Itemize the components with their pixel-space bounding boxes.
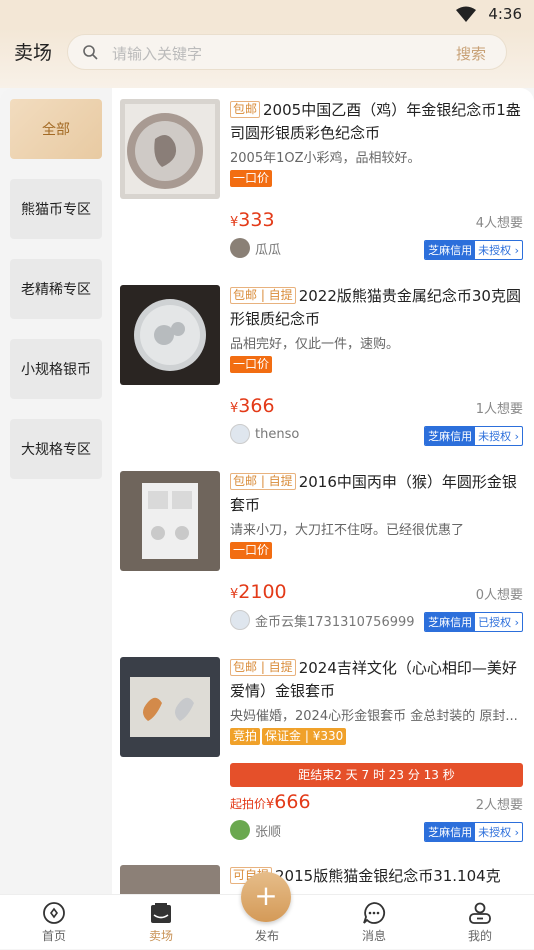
credit-badge[interactable]: 芝麻信用 已授权 › (424, 612, 523, 632)
shipping-tag: 包邮 | 自提 (230, 473, 296, 490)
price: 起拍价¥666 (230, 791, 311, 813)
price: ¥333 (230, 209, 275, 231)
tab-home[interactable]: 首页 (14, 895, 94, 950)
product-image[interactable] (120, 657, 220, 757)
seller[interactable]: 瓜瓜 (230, 238, 281, 258)
message-icon (363, 902, 386, 924)
wifi-icon (456, 6, 476, 22)
search-input[interactable]: 请输入关键字 搜索 (67, 34, 507, 70)
avatar (230, 238, 250, 258)
status-bar: 4:36 (0, 0, 534, 28)
auction-countdown: 距结束2 天 7 时 23 分 13 秒 (230, 763, 523, 787)
tab-profile[interactable]: 我的 (440, 895, 520, 950)
seller[interactable]: 张顺 (230, 820, 281, 840)
category-sidebar: 全部 熊猫币专区 老精稀专区 小规格银币 大规格专区 (0, 88, 112, 894)
category-large[interactable]: 大规格专区 (10, 419, 102, 479)
header: 卖场 请输入关键字 搜索 (0, 28, 534, 88)
seller[interactable]: thenso (230, 424, 299, 444)
listing-card[interactable]: 可自提 2015版熊猫金银纪念币31.104克 (120, 865, 525, 894)
listing-card[interactable]: 包邮 | 自提 2022版熊猫贵金属纪念币30克圆形银质纪念币 品相完好，仅此一件… (120, 285, 525, 455)
search-placeholder: 请输入关键字 (112, 45, 203, 63)
listing-feed: 包邮 2005中国乙酉（鸡）年金银纪念币1盎司圆形银质彩色纪念币 2005年1OZ… (112, 88, 534, 894)
listing-desc: 2005年1OZ小彩鸡，品相较好。 (230, 151, 421, 166)
tab-messages[interactable]: 消息 (334, 895, 414, 950)
category-all[interactable]: 全部 (10, 99, 102, 159)
fixed-price-badge: 一口价 (230, 170, 273, 187)
want-count: 0人想要 (475, 588, 523, 603)
listing-card[interactable]: 包邮 | 自提 2024吉祥文化（心心相印—美好爱情）金银套币 央妈催婚，2024… (120, 657, 525, 847)
avatar (230, 610, 250, 630)
listing-desc: 请来小刀，大刀扛不住呀。已经很优惠了 (230, 523, 465, 538)
credit-badge[interactable]: 芝麻信用 未授权 › (424, 426, 523, 446)
fixed-price-badge: 一口价 (230, 356, 273, 373)
product-image[interactable] (120, 865, 220, 894)
tab-market[interactable]: 卖场 (121, 895, 201, 950)
credit-badge[interactable]: 芝麻信用 未授权 › (424, 822, 523, 842)
deposit-badge: 保证金 | ¥330 (262, 728, 347, 745)
price: ¥2100 (230, 581, 287, 603)
want-count: 2人想要 (475, 798, 523, 813)
avatar (230, 820, 250, 840)
listing-title: 2015版熊猫金银纪念币31.104克 (275, 867, 501, 885)
publish-button[interactable]: + (241, 872, 291, 922)
fixed-price-badge: 一口价 (230, 542, 273, 559)
shipping-tag: 包邮 | 自提 (230, 287, 296, 304)
want-count: 4人想要 (475, 216, 523, 231)
category-old-rare[interactable]: 老精稀专区 (10, 259, 102, 319)
listing-title: 2005中国乙酉（鸡）年金银纪念币1盎司圆形银质彩色纪念币 (230, 101, 521, 142)
credit-badge[interactable]: 芝麻信用 未授权 › (424, 240, 523, 260)
auction-badge: 竞拍 (230, 728, 261, 745)
listing-card[interactable]: 包邮 | 自提 2016中国丙申（猴）年圆形金银套币 请来小刀，大刀扛不住呀。已经… (120, 471, 525, 641)
category-panda[interactable]: 熊猫币专区 (10, 179, 102, 239)
search-button[interactable]: 搜索 (456, 43, 486, 64)
listing-desc: 品相完好，仅此一件，速购。 (230, 337, 400, 352)
clock: 4:36 (488, 5, 522, 23)
listing-desc: 央妈催婚，2024心形金银套币 金总封装的 原封... (230, 709, 518, 724)
avatar (230, 424, 250, 444)
shipping-tag: 包邮 | 自提 (230, 659, 296, 676)
listing-card[interactable]: 包邮 2005中国乙酉（鸡）年金银纪念币1盎司圆形银质彩色纪念币 2005年1OZ… (120, 99, 525, 269)
market-icon (151, 903, 171, 923)
category-small-silver[interactable]: 小规格银币 (10, 339, 102, 399)
seller[interactable]: 金币云集1731310756999 (230, 610, 415, 630)
page-title: 卖场 (14, 42, 53, 64)
price: ¥366 (230, 395, 275, 417)
profile-icon (469, 902, 491, 924)
shipping-tag: 包邮 (230, 101, 261, 118)
search-icon (83, 45, 98, 60)
home-icon (43, 902, 65, 924)
product-image[interactable] (120, 471, 220, 571)
want-count: 1人想要 (475, 402, 523, 417)
product-image[interactable] (120, 99, 220, 199)
product-image[interactable] (120, 285, 220, 385)
